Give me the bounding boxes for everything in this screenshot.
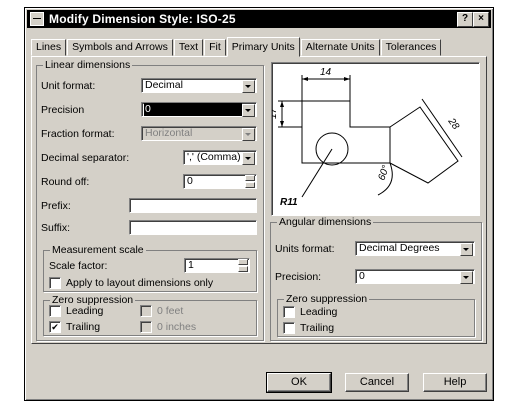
feet-label: 0 feet xyxy=(157,305,184,317)
unit-format-select[interactable]: Decimal xyxy=(141,78,257,93)
units-format-value: Decimal Degrees xyxy=(359,242,440,254)
tab-text[interactable]: Text xyxy=(173,39,204,56)
linear-dimensions-title: Linear dimensions xyxy=(43,59,133,71)
dimension-preview-drawing: 14 17 28 60° R11 xyxy=(268,67,463,208)
apply-layout-label: Apply to layout dimensions only xyxy=(66,277,214,289)
leading-checkbox-linear[interactable]: Leading xyxy=(49,305,103,317)
linear-dimensions-group: Linear dimensions Unit format: Decimal P… xyxy=(36,59,264,341)
window-title: Modify Dimension Style: ISO-25 xyxy=(49,12,236,26)
preview-dim-right: 28 xyxy=(445,116,461,133)
apply-layout-checkbox[interactable]: Apply to layout dimensions only xyxy=(49,277,213,289)
unit-format-label: Unit format: xyxy=(41,80,96,92)
precision-value: 0 xyxy=(144,103,242,116)
inches-checkbox[interactable]: 0 inches xyxy=(140,321,196,333)
chevron-down-icon[interactable] xyxy=(242,128,255,141)
tab-panel: Linear dimensions Unit format: Decimal P… xyxy=(31,56,487,344)
decimal-separator-label: Decimal separator: xyxy=(41,152,130,164)
feet-checkbox[interactable]: 0 feet xyxy=(140,305,183,317)
trailing-box-linear[interactable]: ✔ xyxy=(49,321,61,333)
measurement-scale-group: Measurement scale Scale factor: 1 Apply … xyxy=(43,244,257,292)
angular-dimensions-title: Angular dimensions xyxy=(277,216,374,228)
decimal-separator-value: ',' (Comma) xyxy=(187,151,241,163)
angular-precision-label: Precision: xyxy=(275,271,322,283)
tab-strip: Lines Symbols and Arrows Text Fit Primar… xyxy=(31,37,442,57)
trailing-box-angular[interactable] xyxy=(283,322,295,334)
fraction-format-select[interactable]: Horizontal xyxy=(141,126,257,141)
trailing-checkbox-linear[interactable]: ✔ Trailing xyxy=(49,321,100,333)
cancel-button[interactable]: Cancel xyxy=(345,373,409,392)
tab-primary-units[interactable]: Primary Units xyxy=(226,37,300,57)
prefix-label: Prefix: xyxy=(41,200,71,212)
suffix-input[interactable] xyxy=(129,220,257,235)
leading-label-angular: Leading xyxy=(300,306,338,318)
fraction-format-value: Horizontal xyxy=(145,127,193,139)
preview-slanted-part xyxy=(389,106,459,184)
help-title-button[interactable]: ? xyxy=(457,12,473,27)
inches-label: 0 inches xyxy=(157,321,197,333)
chevron-down-icon[interactable] xyxy=(460,243,473,256)
zero-suppression-angular-title: Zero suppression xyxy=(284,293,370,305)
scale-factor-label: Scale factor: xyxy=(49,260,108,272)
leading-checkbox-angular[interactable]: Leading xyxy=(283,306,337,318)
round-off-label: Round off: xyxy=(41,176,90,188)
angular-precision-select[interactable]: 0 xyxy=(355,269,475,284)
round-off-spinner[interactable] xyxy=(245,175,256,188)
chevron-down-icon[interactable] xyxy=(242,152,255,165)
chevron-down-icon[interactable] xyxy=(242,80,255,93)
preview-angle-label: 60° xyxy=(376,164,392,182)
fraction-format-label: Fraction format: xyxy=(41,128,115,140)
inches-box[interactable] xyxy=(140,321,152,333)
tab-alternate-units[interactable]: Alternate Units xyxy=(300,39,380,56)
scale-factor-spinner[interactable] xyxy=(238,259,249,272)
ok-button[interactable]: OK xyxy=(266,372,332,393)
zero-suppression-linear-group: Zero suppression Leading ✔ Trailing 0 fe… xyxy=(43,294,257,336)
angular-precision-value: 0 xyxy=(359,270,365,282)
help-button[interactable]: Help xyxy=(423,373,487,392)
prefix-input[interactable] xyxy=(129,198,257,213)
preview-area: 14 17 28 60° R11 xyxy=(268,62,480,216)
trailing-checkbox-angular[interactable]: Trailing xyxy=(283,322,334,334)
unit-format-value: Decimal xyxy=(145,79,183,91)
tab-symbols-arrows[interactable]: Symbols and Arrows xyxy=(67,39,173,56)
trailing-label-linear: Trailing xyxy=(66,321,101,333)
angular-dimensions-group: Angular dimensions Units format: Decimal… xyxy=(270,216,482,341)
precision-select[interactable]: 0 xyxy=(141,102,257,117)
preview-dim-left: 17 xyxy=(272,107,279,119)
preview-dim-top: 14 xyxy=(320,67,332,78)
tab-tolerances[interactable]: Tolerances xyxy=(380,39,442,56)
suffix-label: Suffix: xyxy=(41,222,70,234)
units-format-label: Units format: xyxy=(275,243,335,255)
chevron-down-icon[interactable] xyxy=(242,104,255,117)
leading-box-angular[interactable] xyxy=(283,306,295,318)
units-format-select[interactable]: Decimal Degrees xyxy=(355,241,475,256)
round-off-value: 0 xyxy=(187,175,193,187)
decimal-separator-select[interactable]: ',' (Comma) xyxy=(183,150,257,165)
dialog-window: Modify Dimension Style: ISO-25 ? × Lines… xyxy=(24,7,494,401)
trailing-label-angular: Trailing xyxy=(300,322,335,334)
tab-lines[interactable]: Lines xyxy=(31,39,67,56)
leading-box-linear[interactable] xyxy=(49,305,61,317)
chevron-down-icon[interactable] xyxy=(460,271,473,284)
scale-factor-input[interactable]: 1 xyxy=(184,258,250,273)
preview-part-outline xyxy=(301,100,391,164)
scale-factor-value: 1 xyxy=(188,259,194,271)
close-title-button[interactable]: × xyxy=(473,12,489,27)
measurement-scale-title: Measurement scale xyxy=(50,244,146,256)
zero-suppression-angular-group: Zero suppression Leading Trailing xyxy=(277,293,475,337)
tab-fit[interactable]: Fit xyxy=(204,39,226,56)
preview-radius-label: R11 xyxy=(280,197,298,208)
preview-radius-leader xyxy=(301,148,333,198)
precision-label: Precision xyxy=(41,104,85,116)
round-off-input[interactable]: 0 xyxy=(183,174,257,189)
app-icon xyxy=(30,12,44,26)
title-bar: Modify Dimension Style: ISO-25 ? × xyxy=(27,10,491,28)
feet-box[interactable] xyxy=(140,305,152,317)
leading-label-linear: Leading xyxy=(66,305,104,317)
apply-layout-box[interactable] xyxy=(49,277,61,289)
